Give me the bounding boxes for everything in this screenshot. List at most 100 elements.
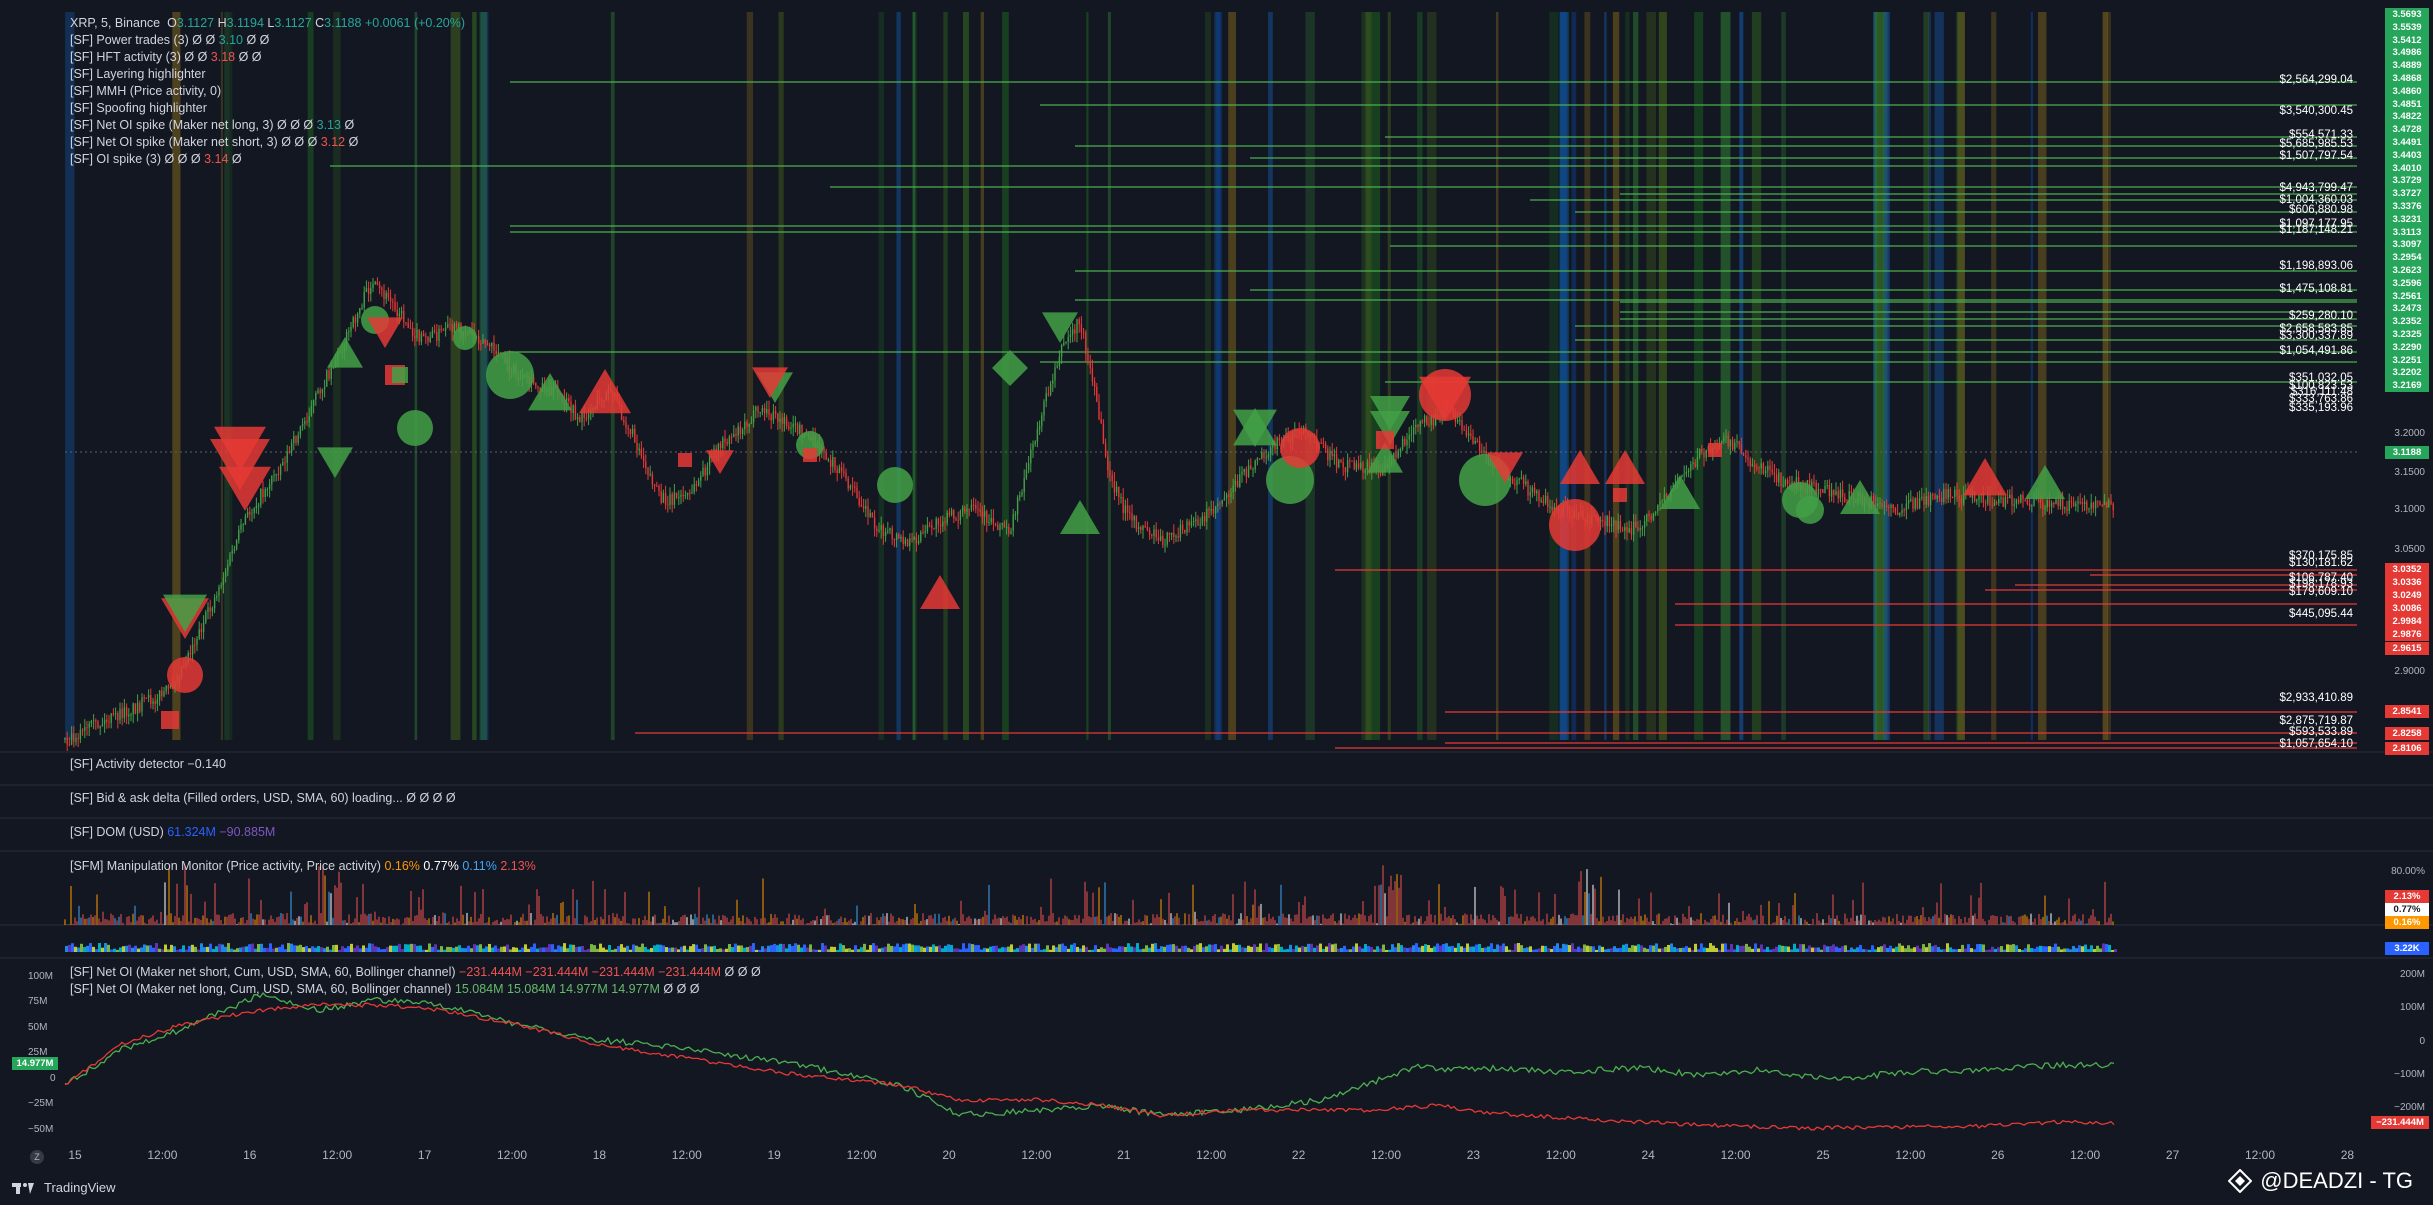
activity-band <box>963 12 969 740</box>
candle-body <box>2024 499 2026 501</box>
symbol-header[interactable]: XRP, 5, Binance O3.1127 H3.1194 L3.1127 … <box>70 15 465 32</box>
dom-bar <box>1520 945 1523 952</box>
dom-bar <box>359 948 362 952</box>
dom-bar <box>1952 949 1955 952</box>
price-tag-green: 3.4860 <box>2385 84 2429 98</box>
indicator-row[interactable]: [SF] Spoofing highlighter <box>70 100 465 117</box>
candle-body <box>733 433 735 437</box>
candle-body <box>1619 521 1622 530</box>
candle-body <box>1338 459 1340 468</box>
dom-bar <box>809 944 812 952</box>
price-tag-green: 3.3113 <box>2385 225 2429 239</box>
dom-bar <box>470 948 473 952</box>
dom-bar <box>716 949 719 952</box>
candle-body <box>1129 512 1131 514</box>
square-marker <box>161 711 179 729</box>
candle-body <box>570 401 572 414</box>
dom-bar <box>1253 944 1256 952</box>
candle-body <box>581 412 583 422</box>
indicator-row[interactable]: [SF] Layering highlighter <box>70 66 465 83</box>
candle-body <box>207 607 209 612</box>
candle-body <box>306 421 308 423</box>
green-level-label: $1,507,797.54 <box>2279 150 2353 162</box>
net-oi-short-line <box>64 1002 2115 1131</box>
indicator-row[interactable]: [SF] HFT activity (3) Ø Ø 3.18 Ø Ø <box>70 49 465 66</box>
activity-pane-title[interactable]: [SF] Activity detector −0.140 <box>70 757 226 771</box>
candle-body <box>1729 439 1732 447</box>
dom-bar <box>1622 944 1625 952</box>
candle-body <box>1078 319 1080 325</box>
dom-bar <box>1490 943 1493 952</box>
dom-bar <box>713 945 716 952</box>
chart-canvas[interactable] <box>0 0 2433 1205</box>
dom-bar <box>1067 948 1070 952</box>
indicator-row[interactable]: [SF] MMH (Price activity, 0) <box>70 83 465 100</box>
candle-body <box>2064 507 2066 509</box>
timezone-settings-icon[interactable]: Z <box>30 1150 44 1164</box>
candle-body <box>73 733 75 742</box>
candle-body <box>2000 497 2002 499</box>
dom-bar <box>1301 946 1304 952</box>
dom-bar <box>1109 947 1112 952</box>
candle-body <box>130 714 132 716</box>
indicator-value: Ø Ø Ø <box>277 118 317 132</box>
dom-bar <box>980 949 983 952</box>
dom-bar <box>371 943 374 952</box>
indicator-value: Ø <box>344 118 355 132</box>
candle-body <box>1604 520 1606 527</box>
indicator-row[interactable]: [SF] OI spike (3) Ø Ø Ø 3.14 Ø <box>70 151 465 168</box>
candle-body <box>763 407 766 414</box>
dom-bar <box>509 949 512 952</box>
indicator-row[interactable]: [SF] Net OI spike (Maker net short, 3) Ø… <box>70 134 465 151</box>
tradingview-logo[interactable]: TradingView <box>12 1180 116 1195</box>
dom-bar <box>551 944 554 952</box>
dom-bar <box>134 945 137 952</box>
dom-bar <box>1277 943 1280 952</box>
candle-body <box>438 328 440 341</box>
candle-body <box>658 485 660 492</box>
dom-bar <box>89 943 92 952</box>
candle-body <box>488 344 491 347</box>
dom-pane-title[interactable]: [SF] DOM (USD) 61.324M −90.885M <box>70 825 275 839</box>
candle-body <box>724 438 726 443</box>
manip-pane-title[interactable]: [SFM] Manipulation Monitor (Price activi… <box>70 859 536 873</box>
candle-body <box>1833 490 1835 495</box>
dom-bar <box>1652 945 1655 952</box>
bidask-pane-title[interactable]: [SF] Bid & ask delta (Filled orders, USD… <box>70 791 456 805</box>
candle-body <box>1786 480 1789 484</box>
dom-bar <box>2024 948 2027 952</box>
dom-bar <box>1349 949 1352 952</box>
candle-body <box>891 528 893 539</box>
indicator-row[interactable]: [SF] Net OI spike (Maker net long, 3) Ø … <box>70 117 465 134</box>
dom-bar <box>1532 949 1535 952</box>
indicator-row[interactable]: [SF] Power trades (3) Ø Ø 3.10 Ø Ø <box>70 32 465 49</box>
dom-bar <box>818 949 821 952</box>
activity-band <box>1883 12 1890 740</box>
candle-body <box>1355 463 1358 470</box>
netoi-long-title[interactable]: [SF] Net OI (Maker net long, Cum, USD, S… <box>70 982 700 996</box>
price-tag-green: 3.4403 <box>2385 148 2429 162</box>
candle-body <box>772 411 775 421</box>
ohlc-value: 3.1127 <box>274 16 316 30</box>
activity-band <box>1305 12 1315 740</box>
dom-bar <box>785 948 788 952</box>
candle-body <box>997 524 999 531</box>
candle-body <box>992 517 995 524</box>
dom-bar <box>449 946 452 952</box>
candle-body <box>1241 472 1243 475</box>
dom-bar <box>2078 945 2081 952</box>
candle-body <box>1258 458 1261 460</box>
candle-body <box>704 467 706 476</box>
candle-body <box>1096 386 1098 402</box>
dom-bar <box>1616 948 1619 952</box>
dom-bar <box>1004 947 1007 952</box>
candle-body <box>1461 419 1463 430</box>
dom-bar <box>1214 944 1217 952</box>
candle-body <box>427 336 429 342</box>
netoi-short-title[interactable]: [SF] Net OI (Maker net short, Cum, USD, … <box>70 965 761 979</box>
dom-bar <box>1901 945 1904 952</box>
dom-bar <box>152 947 155 952</box>
candle-body <box>856 487 858 498</box>
dom-bar <box>1748 946 1751 952</box>
indicator-value: Ø Ø Ø <box>164 152 205 166</box>
